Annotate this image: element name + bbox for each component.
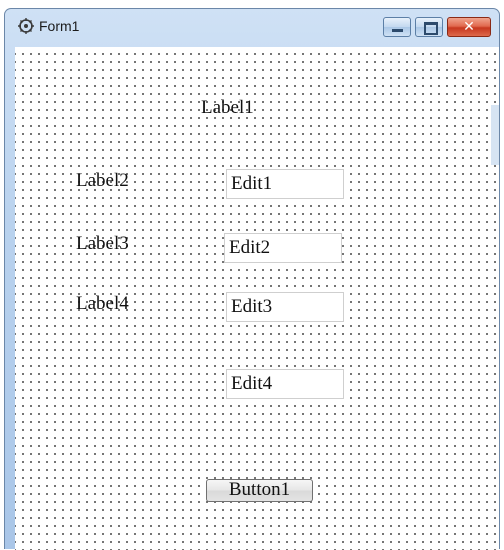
- label3[interactable]: Label3: [76, 233, 129, 255]
- caption-buttons: ✕: [383, 17, 491, 39]
- maximize-button[interactable]: [415, 17, 443, 37]
- edit1-input[interactable]: Edit1: [226, 169, 344, 199]
- minimize-icon: [392, 29, 403, 32]
- label4[interactable]: Label4: [76, 293, 129, 315]
- title-bar[interactable]: Form1 ✕: [5, 9, 499, 43]
- close-icon: ✕: [463, 19, 475, 35]
- form-designer-icon: [18, 18, 34, 34]
- edit4-input[interactable]: Edit4: [226, 369, 344, 399]
- frame-edge: [491, 105, 499, 165]
- button1[interactable]: Button1: [206, 479, 313, 502]
- edit2-input[interactable]: Edit2: [224, 233, 342, 263]
- close-button[interactable]: ✕: [447, 17, 491, 37]
- form-client-area[interactable]: Label1 Label2 Edit1 Label3 Edit2 Label4 …: [15, 47, 499, 550]
- form-window: Form1 ✕ Label1 Label2 Edit1 Label3 Edit2…: [4, 8, 500, 550]
- maximize-icon: [424, 22, 438, 35]
- window-title: Form1: [39, 18, 80, 34]
- edit3-input[interactable]: Edit3: [226, 292, 344, 322]
- label1[interactable]: Label1: [201, 97, 254, 119]
- minimize-button[interactable]: [383, 17, 411, 37]
- label2[interactable]: Label2: [76, 170, 129, 192]
